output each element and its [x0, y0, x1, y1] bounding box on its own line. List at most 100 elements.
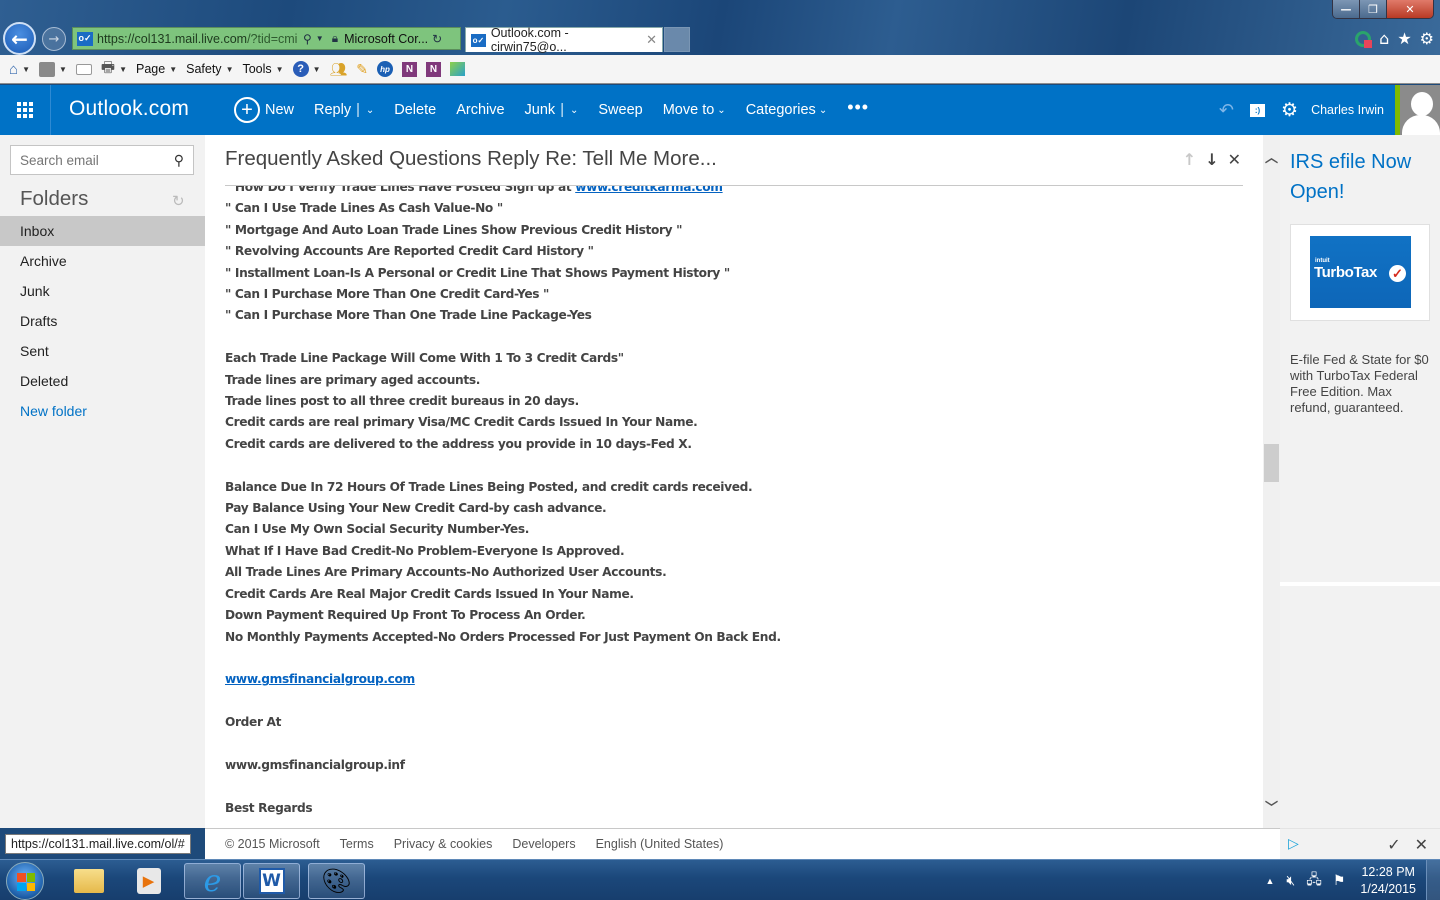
close-window-button[interactable]: ✕ — [1387, 0, 1433, 18]
outlook-brand[interactable]: Outlook.com — [69, 97, 189, 121]
page-menu[interactable]: Page ▼ — [136, 62, 177, 76]
feedback-icon[interactable]: :) — [1250, 103, 1266, 117]
reading-pane: Frequently Asked Questions Reply Re: Tel… — [205, 135, 1263, 828]
close-message-icon[interactable]: ✕ — [1228, 150, 1241, 169]
search-icon[interactable]: ⚲ — [303, 32, 312, 46]
certificate-label[interactable]: Microsoft Cor... — [344, 32, 428, 46]
show-desktop-button[interactable] — [1426, 860, 1440, 900]
adchoices-icon[interactable]: ▷ — [1288, 836, 1299, 852]
safety-menu[interactable]: Safety ▼ — [186, 62, 233, 76]
creditkarma-link[interactable]: www.creditkarma.com — [575, 186, 723, 194]
sweep-button[interactable]: Sweep — [598, 102, 642, 118]
minimize-button[interactable]: — — [1333, 0, 1360, 18]
new-tab-button[interactable] — [664, 27, 690, 52]
app-launcher-button[interactable] — [0, 85, 51, 135]
language-link[interactable]: English (United States) — [596, 837, 724, 851]
read-mail-button[interactable] — [75, 63, 92, 75]
back-button[interactable]: ← — [3, 22, 36, 55]
taskbar-word[interactable]: W — [243, 863, 300, 899]
home-button[interactable]: ⌂ ▼ — [9, 61, 30, 78]
folder-drafts[interactable]: Drafts — [0, 306, 205, 336]
clock[interactable]: 12:28 PM 1/24/2015 — [1360, 864, 1416, 898]
move-to-button[interactable]: Move to ⌄ — [663, 102, 726, 118]
junk-button[interactable]: Junk | ⌄ — [525, 102, 579, 118]
message-body-viewport[interactable]: " How Do I Verify Trade Lines Have Poste… — [225, 186, 1245, 828]
refresh-icon[interactable]: ↻ — [172, 192, 185, 210]
close-icon[interactable]: ✕ — [1415, 835, 1428, 854]
search-icon[interactable]: ⚲ — [174, 152, 184, 169]
reading-pane-scrollbar[interactable]: ︿ ﹀ — [1263, 135, 1280, 828]
undo-icon[interactable]: ↶ — [1219, 100, 1234, 121]
close-tab-icon[interactable]: ✕ — [646, 32, 657, 48]
new-button[interactable]: + New — [234, 97, 294, 123]
categories-button[interactable]: Categories ⌄ — [746, 102, 828, 118]
restore-button[interactable]: ❐ — [1360, 0, 1387, 18]
tools-menu[interactable]: Tools ▼ — [242, 62, 283, 76]
action-center-flag-icon[interactable]: ⚑ — [1333, 872, 1346, 889]
folder-deleted[interactable]: Deleted — [0, 366, 205, 396]
refresh-icon[interactable]: ↻ — [432, 32, 442, 46]
terms-link[interactable]: Terms — [340, 837, 374, 851]
chevron-down-icon[interactable]: ⌄ — [570, 105, 578, 116]
scrollbar-thumb[interactable] — [1264, 444, 1279, 482]
grammarly-icon[interactable] — [1355, 30, 1373, 48]
taskbar-paint[interactable]: 🎨︎ — [308, 863, 365, 899]
search-input[interactable] — [20, 152, 160, 168]
folder-inbox[interactable]: Inbox — [0, 216, 205, 246]
reply-button[interactable]: Reply | ⌄ — [314, 102, 374, 118]
folders-heading: Folders — [20, 187, 89, 210]
body-line: No Monthly Payments Accepted-No Orders P… — [225, 629, 781, 644]
lock-icon[interactable]: 🔒︎ — [332, 31, 338, 46]
search-box[interactable]: ⚲ — [10, 145, 194, 175]
folder-archive[interactable]: Archive — [0, 246, 205, 276]
ad-description[interactable]: E-file Fed & State for $0 with TurboTax … — [1290, 352, 1430, 416]
avatar[interactable] — [1395, 85, 1440, 135]
ad-image-frame[interactable]: intuit TurboTax ✓ — [1290, 224, 1430, 321]
help-menu[interactable]: ? ▼ — [292, 61, 321, 77]
clock-date: 1/24/2015 — [1360, 881, 1416, 896]
volume-muted-icon[interactable]: 🔇︎ — [1286, 872, 1295, 889]
address-url[interactable]: https://col131.mail.live.com/?tid=cmi — [97, 32, 299, 46]
show-hidden-icons-arrow-icon[interactable]: ▲ — [1265, 876, 1274, 886]
user-name[interactable]: Charles Irwin — [1311, 103, 1384, 117]
favorites-star-icon[interactable]: ★ — [1397, 29, 1411, 48]
chevron-down-icon[interactable]: ⌄ — [366, 105, 374, 116]
next-message-arrow-icon[interactable]: ↓ — [1205, 150, 1218, 169]
body-line: " How Do I Verify Trade Lines Have Poste… — [225, 186, 781, 198]
archive-button[interactable]: Archive — [456, 102, 504, 118]
forward-button[interactable]: → — [42, 27, 66, 51]
new-folder-link[interactable]: New folder — [0, 396, 205, 426]
start-button[interactable] — [6, 862, 44, 900]
privacy-link[interactable]: Privacy & cookies — [394, 837, 493, 851]
address-bar[interactable]: o✓ https://col131.mail.live.com/?tid=cmi… — [72, 27, 461, 50]
taskbar-internet-explorer[interactable]: e — [184, 863, 241, 899]
folder-junk[interactable]: Junk — [0, 276, 205, 306]
delete-button[interactable]: Delete — [394, 102, 436, 118]
chevron-down-icon[interactable]: ﹀ — [1265, 797, 1278, 816]
ad-title[interactable]: IRS efile Now Open! — [1290, 147, 1430, 207]
folder-sent[interactable]: Sent — [0, 336, 205, 366]
settings-gear-icon[interactable]: ⚙ — [1281, 99, 1298, 122]
tab-outlook[interactable]: o✓ Outlook.com - cirwin75@o... ✕ — [465, 26, 663, 54]
onenote-send-button[interactable]: N — [402, 61, 418, 77]
taskbar-media-player[interactable]: ▶ — [120, 863, 177, 899]
chevron-up-icon[interactable]: ︿ — [1265, 147, 1278, 166]
gmsfinancial-link[interactable]: www.gmsfinancialgroup.com — [225, 672, 415, 686]
network-icon[interactable]: 🖧︎ — [1306, 869, 1322, 893]
home-icon[interactable]: ⌂ — [1379, 29, 1389, 48]
more-actions-button[interactable]: ••• — [847, 97, 869, 118]
pen-addon-button[interactable]: ✎ — [356, 61, 368, 78]
messenger-button[interactable]: 👥︎ — [330, 61, 348, 78]
feeds-button[interactable]: ▼ — [38, 61, 67, 77]
taskbar-explorer[interactable] — [60, 863, 117, 899]
green-addon-button[interactable] — [450, 62, 466, 76]
waffle-icon — [17, 102, 33, 118]
previous-message-arrow-icon[interactable]: ↑ — [1183, 150, 1196, 169]
hp-button[interactable]: hp — [377, 61, 394, 77]
checkmark-icon[interactable]: ✓ — [1387, 835, 1400, 854]
gear-icon[interactable]: ⚙ — [1420, 29, 1434, 48]
dropdown-arrow-icon[interactable]: ▼ — [316, 34, 324, 43]
print-button[interactable]: 🖶︎ ▼ — [101, 57, 127, 82]
onenote-link-button[interactable]: N — [426, 61, 442, 77]
developers-link[interactable]: Developers — [512, 837, 575, 851]
